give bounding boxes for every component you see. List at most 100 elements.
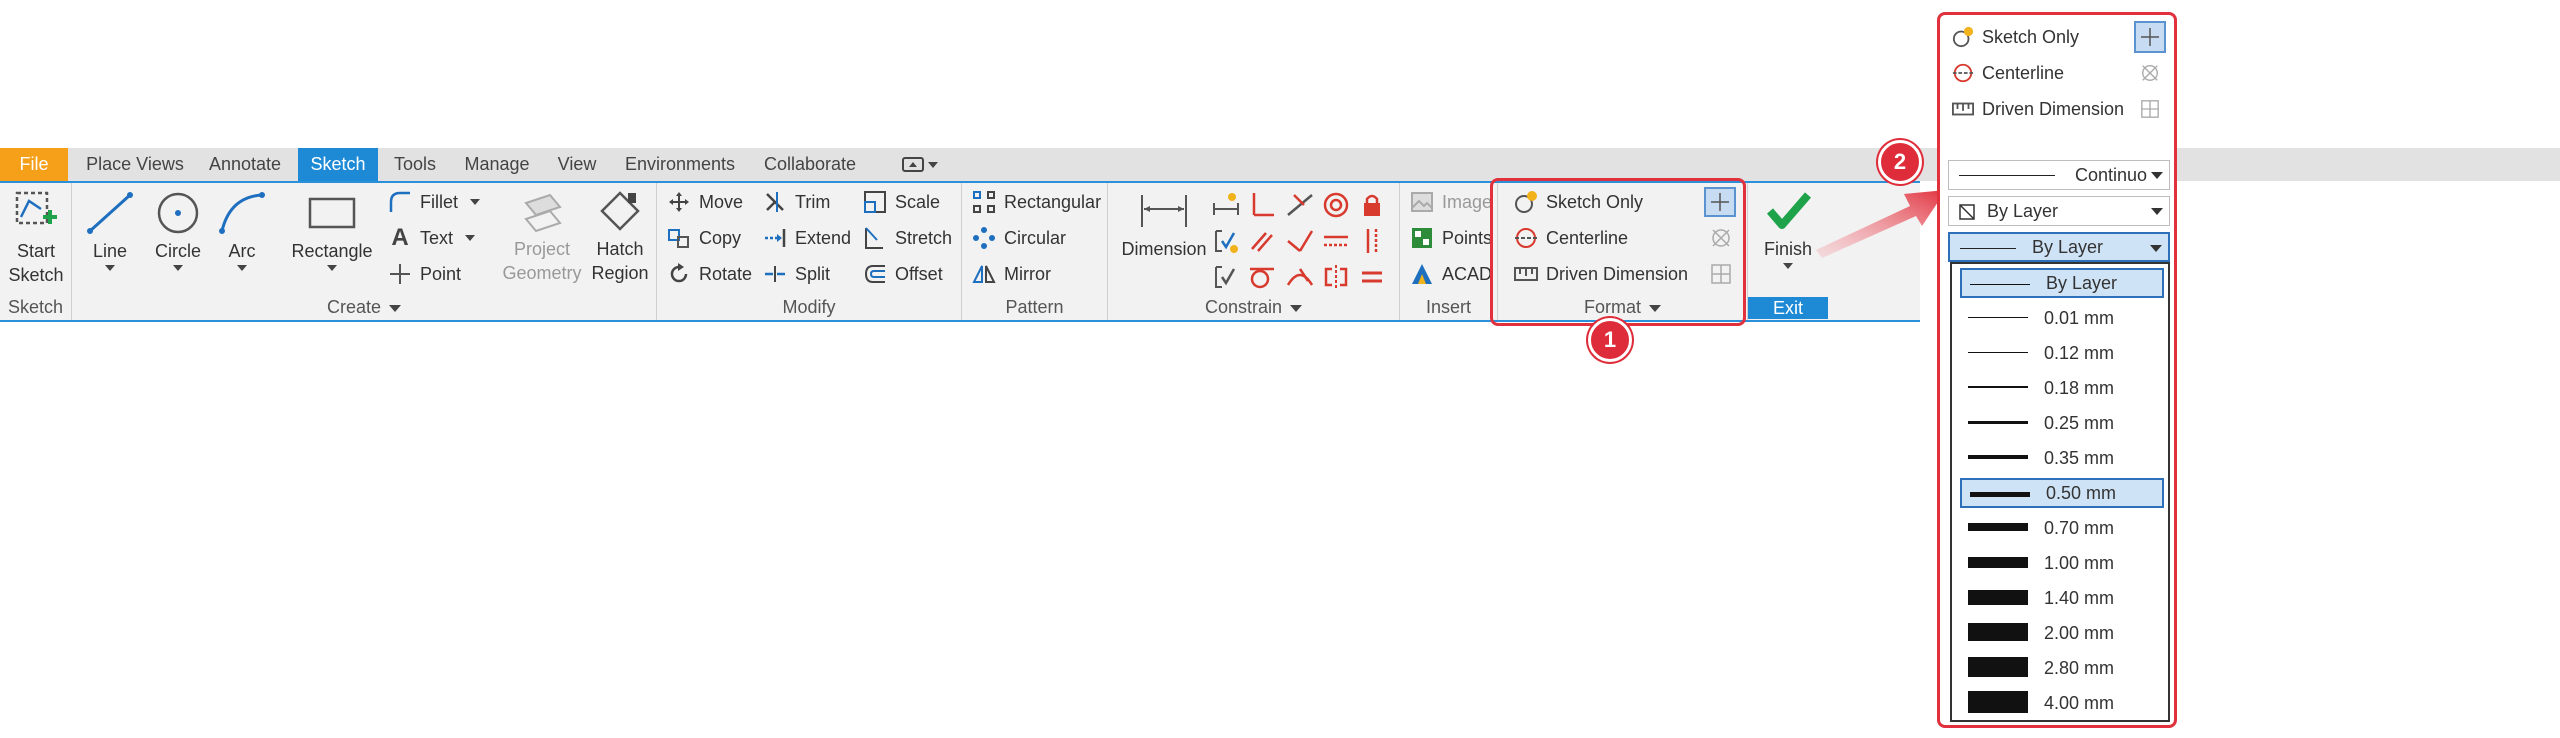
panel-title-insert: Insert	[1425, 297, 1472, 317]
lineweight-option[interactable]: 2.80 mm	[1960, 653, 2164, 683]
popup-construction-toggle[interactable]	[2134, 21, 2166, 53]
panel-create: Line Circle Arc Rectangle Fillet A Text …	[72, 183, 657, 320]
popup-sketch-only-button[interactable]: Sketch Only	[1952, 21, 2079, 53]
lineweight-select[interactable]: By Layer	[1948, 232, 2170, 262]
lineweight-option-label: By Layer	[2046, 272, 2118, 293]
tab-view[interactable]: View	[552, 148, 602, 181]
lineweight-option-label: 0.25 mm	[2044, 412, 2115, 433]
circular-pattern-icon	[973, 227, 995, 249]
rectangular-pattern-button[interactable]: Rectangular	[972, 187, 1101, 217]
lineweight-option[interactable]: 0.70 mm	[1960, 513, 2164, 543]
popup-centerline-button[interactable]: Centerline	[1952, 57, 2064, 89]
linetype-select[interactable]: Continuo	[1948, 160, 2170, 190]
dimension-button[interactable]: Dimension	[1114, 189, 1214, 261]
panel-title-constrain[interactable]: Constrain	[1108, 297, 1399, 318]
lineweight-option[interactable]: 0.50 mm	[1960, 478, 2164, 508]
tab-file[interactable]: File	[0, 148, 68, 181]
parallel-constraint-icon[interactable]	[1248, 227, 1276, 255]
line-label: Line	[92, 241, 128, 261]
point-button[interactable]: Point	[388, 259, 461, 289]
insert-points-button[interactable]: Points	[1410, 223, 1492, 253]
fix-constraint-icon[interactable]	[1358, 191, 1386, 219]
mirror-button[interactable]: Mirror	[972, 259, 1051, 289]
chevron-down-icon	[2151, 172, 2163, 179]
lineweight-option[interactable]: 0.01 mm	[1960, 303, 2164, 333]
text-button[interactable]: A Text	[388, 223, 476, 253]
lineweight-option[interactable]: 0.35 mm	[1960, 443, 2164, 473]
extend-button[interactable]: Extend	[763, 223, 851, 253]
rotate-button[interactable]: Rotate	[667, 259, 752, 289]
show-constraints-icon[interactable]	[1212, 263, 1240, 291]
tangent-constraint-icon[interactable]	[1248, 263, 1276, 291]
tab-manage[interactable]: Manage	[458, 148, 536, 181]
lineweight-sample	[1968, 420, 2028, 424]
rectangle-button[interactable]: Rectangle	[284, 191, 380, 271]
copy-icon	[668, 229, 689, 248]
concentric-constraint-icon[interactable]	[1322, 191, 1350, 219]
popup-grid-toggle[interactable]	[2134, 93, 2166, 125]
chevron-down-icon	[2151, 208, 2163, 215]
tab-collaborate[interactable]: Collaborate	[756, 148, 864, 181]
collinear-constraint-icon[interactable]	[1286, 227, 1314, 255]
line-button[interactable]: Line	[82, 191, 138, 271]
constraint-settings-icon[interactable]	[1212, 227, 1240, 255]
lineweight-sample	[1968, 386, 2028, 388]
popup-show-format-toggle[interactable]	[2134, 57, 2166, 89]
scale-button[interactable]: Scale	[863, 187, 940, 217]
copy-button[interactable]: Copy	[667, 223, 741, 253]
fillet-icon	[389, 191, 410, 212]
move-button[interactable]: Move	[667, 187, 743, 217]
auto-dimension-icon[interactable]	[1212, 191, 1240, 219]
color-select[interactable]: By Layer	[1948, 196, 2170, 226]
equal-constraint-icon[interactable]	[1358, 263, 1386, 291]
start-sketch-button[interactable]: Start Sketch	[6, 187, 66, 287]
tab-environments[interactable]: Environments	[618, 148, 742, 181]
split-icon	[765, 266, 785, 282]
split-button[interactable]: Split	[763, 259, 830, 289]
trim-button[interactable]: Trim	[763, 187, 830, 217]
lineweight-option[interactable]: 1.40 mm	[1960, 583, 2164, 613]
lineweight-sample	[1968, 556, 2028, 568]
chevron-down-icon	[2150, 245, 2162, 252]
lineweight-option[interactable]: 4.00 mm	[1960, 688, 2164, 718]
symmetric-constraint-icon[interactable]	[1322, 263, 1350, 291]
popup-driven-dimension-button[interactable]: Driven Dimension	[1952, 93, 2124, 125]
panel-constrain: Dimension Constrain	[1108, 183, 1400, 320]
insert-acad-button[interactable]: ACAD	[1410, 259, 1492, 289]
arc-button[interactable]: Arc	[214, 191, 270, 271]
panel-title-exit: Exit	[1748, 297, 1828, 319]
horizontal-constraint-icon[interactable]	[1322, 227, 1350, 255]
insert-image-button[interactable]: Image	[1410, 187, 1492, 217]
circle-button[interactable]: Circle	[148, 191, 208, 271]
lineweight-option[interactable]: 0.25 mm	[1960, 408, 2164, 438]
offset-button[interactable]: Offset	[863, 259, 943, 289]
panel-modify: Move Copy Rotate Trim Extend Split Scale	[657, 183, 962, 320]
lineweight-option[interactable]: 1.00 mm	[1960, 548, 2164, 578]
lineweight-option-label: 1.40 mm	[2044, 587, 2115, 608]
fillet-button[interactable]: Fillet	[388, 187, 481, 217]
stretch-button[interactable]: Stretch	[863, 223, 952, 253]
tab-annotate[interactable]: Annotate	[200, 148, 290, 181]
perpendicular-constraint-icon[interactable]	[1248, 191, 1276, 219]
lineweight-option[interactable]: 0.18 mm	[1960, 373, 2164, 403]
lineweight-option[interactable]: 2.00 mm	[1960, 618, 2164, 648]
panel-title-create[interactable]: Create	[72, 297, 656, 318]
panel-sketch: Start Sketch Sketch	[0, 183, 72, 320]
tab-tools[interactable]: Tools	[386, 148, 444, 181]
hatch-region-button[interactable]: Hatch Region	[588, 189, 652, 285]
tab-place-views[interactable]: Place Views	[80, 148, 190, 181]
lineweight-option-label: 2.80 mm	[2044, 657, 2115, 678]
lineweight-option[interactable]: 0.12 mm	[1960, 338, 2164, 368]
circular-pattern-button[interactable]: Circular	[972, 223, 1066, 253]
lineweight-option-label: 0.35 mm	[2044, 447, 2115, 468]
vertical-constraint-icon[interactable]	[1358, 227, 1386, 255]
project-geometry-button[interactable]: Project Geometry	[502, 189, 582, 285]
lineweight-option-label: 0.50 mm	[2046, 482, 2117, 503]
coincident-constraint-icon[interactable]	[1286, 191, 1314, 219]
sketch-only-icon	[1952, 26, 1974, 48]
panel-insert: Image Points ACAD Insert	[1400, 183, 1498, 320]
lineweight-option[interactable]: By Layer	[1960, 268, 2164, 298]
tab-sketch[interactable]: Sketch	[298, 148, 378, 181]
smooth-constraint-icon[interactable]	[1286, 263, 1314, 291]
ribbon-display-options-icon[interactable]	[902, 155, 938, 175]
